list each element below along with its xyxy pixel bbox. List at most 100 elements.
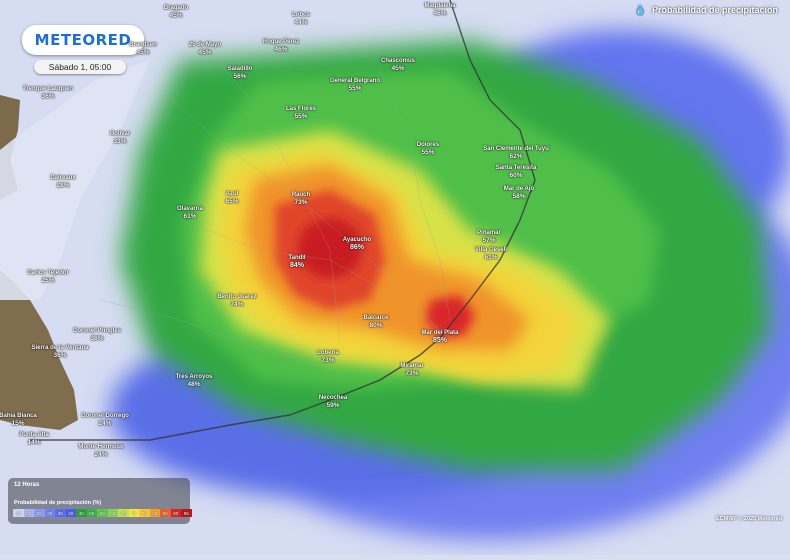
place-value: 80% [369,322,383,329]
place-label[interactable]: Olavarría 61% [177,206,203,220]
place-label[interactable]: Carlos Tejedor 25% [27,270,69,284]
place-name: General Belgrano [329,78,381,84]
place-label[interactable]: Las Flores 55% [286,106,316,120]
place-name: Benito Juárez [217,294,257,300]
place-label[interactable]: Magdalena 46% [424,3,455,17]
place-name: Mar del Plata [421,330,459,336]
place-name: Lobería [317,350,339,356]
place-name: Azul [225,191,239,197]
place-value: 15% [11,420,25,427]
place-name: Daireaux [50,175,76,181]
place-value: 45% [169,12,183,19]
place-name: Chascomús [380,58,416,64]
place-label[interactable]: Daireaux 28% [50,175,75,189]
place-label[interactable]: General Belgrano 55% [330,78,380,92]
place-value: 73% [405,370,419,377]
place-label[interactable]: Miramar 73% [400,363,423,377]
legend-step: 80 [149,509,160,517]
credit-text: ECMWF © 2025 Meteored [716,516,783,522]
place-label[interactable]: Bolívar 33% [110,131,130,145]
place-label[interactable]: 25 de Mayo 45% [189,42,221,56]
place-label[interactable]: Monte Hermoso 24% [78,444,123,458]
place-name: Coronel Pringles [72,328,122,334]
place-label[interactable]: Lobería 73% [317,350,339,364]
place-label[interactable]: Coronel Pringles 38% [73,328,121,342]
place-label[interactable]: Coronel Dorrego 24% [81,413,129,427]
place-value: 46% [433,10,447,17]
place-name: Las Flores [285,106,317,112]
place-label[interactable]: Bahía Blanca 15% [0,413,37,427]
place-label[interactable]: Punta Alta 14% [19,432,48,446]
place-value: 61% [484,254,498,261]
place-label[interactable]: Mar del Plata 85% [421,330,458,344]
place-name: Tandil [288,255,306,261]
legend-step: 60 [107,509,118,517]
place-value: 74% [230,301,244,308]
place-label[interactable]: Ayacucho 86% [343,237,371,251]
meteored-logo[interactable]: METEORED [22,25,144,55]
place-label[interactable]: Dolores 55% [417,142,439,156]
place-value: 25% [41,277,55,284]
precipitation-map[interactable] [0,0,790,555]
logo-text: METEORED [34,31,132,49]
place-value: 86% [349,244,365,251]
place-label[interactable]: Benito Juárez 74% [217,294,256,308]
place-name: Trenque Lauquen [22,86,74,92]
place-value: 24% [94,451,108,458]
place-label[interactable]: Roque Pérez 46% [263,39,299,53]
place-name: Saladillo [227,66,253,72]
place-label[interactable]: Rauch 73% [292,192,310,206]
legend-step: 65 [118,509,129,517]
place-name: Ayacucho [342,237,372,243]
place-value: 55% [421,149,435,156]
place-label[interactable]: Mar de Ajó 58% [504,186,534,200]
place-label[interactable]: Bragado 45% [164,5,188,19]
place-label[interactable]: Trenque Lauquen 36% [23,86,73,100]
legend-step: 85 [160,509,171,517]
place-value: 60% [509,172,523,179]
place-label[interactable]: Chascomús 45% [381,58,415,72]
place-label[interactable]: Pinamar 57% [477,230,501,244]
legend-step: 25 [34,509,45,517]
place-value: 62% [509,153,523,160]
place-value: 44% [294,19,308,26]
place-label[interactable]: Santa Teresita 60% [496,165,537,179]
place-value: 46% [274,46,288,53]
place-label[interactable]: Balcarce 80% [363,315,388,329]
place-name: Villa Gesell [475,247,507,253]
place-label[interactable]: Azul 65% [225,191,238,205]
place-label[interactable]: Sierra de la Ventana 36% [31,345,88,359]
place-label[interactable]: Lobos 44% [292,12,310,26]
place-value: 85% [432,337,448,344]
legend-hour: 12 Horas [14,482,40,488]
place-name: Olavarría [176,206,204,212]
place-value: 55% [348,85,362,92]
place-label[interactable]: Villa Gesell 61% [475,247,507,261]
place-value: 84% [289,262,305,269]
legend-step: 45 [76,509,87,517]
place-name: Mar de Ajó [503,186,535,192]
place-name: Monte Hermoso [78,444,124,450]
place-value: 65% [225,198,239,205]
legend-step: 35 [55,509,66,517]
place-label[interactable]: Tandil 84% [288,255,305,269]
place-name: 25 de Mayo [188,42,222,48]
legend-step: 70 [128,509,139,517]
place-label[interactable]: Saladillo 56% [228,66,253,80]
place-label[interactable]: Brandsen 45% [129,42,157,56]
place-value: 58% [512,193,526,200]
legend-step: 75 [139,509,150,517]
layer-title-bar: 💧 Probabilidad de precipitación [623,0,790,20]
place-name: Carlos Tejedor [27,270,69,276]
place-label[interactable]: Necochea 59% [319,395,347,409]
legend-step: 55 [97,509,108,517]
time-selector[interactable]: Sábado 1, 05:00 [34,60,126,74]
place-value: 28% [56,182,70,189]
place-label[interactable]: San Clemente del Tuyú 62% [483,146,549,160]
place-value: 73% [294,199,308,206]
place-label[interactable]: Tres Arroyos 48% [176,374,213,388]
legend-step: 20 [23,509,34,517]
place-name: Rauch [291,192,311,198]
place-name: Bahía Blanca [0,413,37,419]
place-name: Brandsen [129,42,157,48]
